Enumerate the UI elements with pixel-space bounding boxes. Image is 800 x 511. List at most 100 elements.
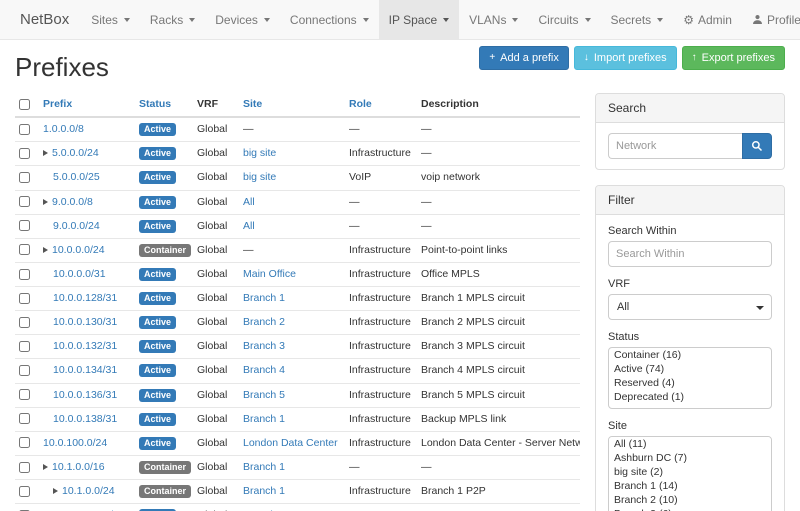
nav-item-profile[interactable]: Profile: [742, 0, 800, 39]
listbox-option[interactable]: Branch 1 (14): [609, 479, 771, 493]
description-cell: —: [417, 117, 580, 142]
listbox-option[interactable]: Ashburn DC (7): [609, 451, 771, 465]
prefix-link[interactable]: 9.0.0.0/24: [53, 220, 100, 232]
row-checkbox[interactable]: [19, 317, 30, 328]
nav-item-admin[interactable]: ⚙ Admin: [673, 0, 742, 39]
row-checkbox[interactable]: [19, 365, 30, 376]
prefix-link[interactable]: 10.0.0.0/31: [53, 268, 106, 280]
site-link[interactable]: Branch 1: [243, 461, 285, 473]
column-header-role[interactable]: Role: [345, 93, 417, 117]
vrf-select[interactable]: All: [608, 294, 772, 320]
listbox-option[interactable]: Container (16): [609, 348, 771, 362]
nav-item-racks[interactable]: Racks: [140, 0, 205, 39]
nav-item-secrets[interactable]: Secrets: [601, 0, 674, 39]
prefix-link[interactable]: 10.0.0.134/31: [53, 364, 117, 376]
site-link[interactable]: Branch 5: [243, 389, 285, 401]
prefix-link[interactable]: 10.0.0.136/31: [53, 389, 117, 401]
status-cell: Active: [135, 311, 193, 335]
listbox-option[interactable]: Branch 3 (6): [609, 507, 771, 511]
prefix-link[interactable]: 5.0.0.0/25: [53, 171, 100, 183]
column-header-description: Description: [417, 93, 580, 117]
status-cell: Active: [135, 214, 193, 238]
site-link[interactable]: London Data Center: [243, 437, 338, 449]
nav-item-connections[interactable]: Connections: [280, 0, 379, 39]
navbar: NetBox Sites RacksDevicesConnectionsIP Sp…: [0, 0, 800, 40]
row-checkbox[interactable]: [19, 244, 30, 255]
site-link[interactable]: Branch 4: [243, 364, 285, 376]
listbox-option[interactable]: Branch 2 (10): [609, 493, 771, 507]
select-all-checkbox[interactable]: [19, 99, 30, 110]
site-link[interactable]: All: [243, 220, 255, 232]
nav-item-vlans[interactable]: VLANs: [459, 0, 528, 39]
status-listbox[interactable]: Container (16)Active (74)Reserved (4)Dep…: [608, 347, 772, 409]
export-prefixes-button[interactable]: ↑ Export prefixes: [682, 46, 785, 70]
site-link[interactable]: Branch 1: [243, 292, 285, 304]
status-cell: Active: [135, 287, 193, 311]
prefix-link[interactable]: 10.0.0.0/24: [52, 244, 105, 256]
site-link[interactable]: All: [243, 196, 255, 208]
site-link[interactable]: Main Office: [243, 268, 296, 280]
column-header-site[interactable]: Site: [239, 93, 345, 117]
listbox-option[interactable]: Deprecated (1): [609, 390, 771, 404]
nav-item-circuits[interactable]: Circuits: [528, 0, 600, 39]
prefix-link[interactable]: 1.0.0.0/8: [43, 123, 84, 135]
row-checkbox[interactable]: [19, 341, 30, 352]
prefix-cell: 10.0.0.130/31: [39, 311, 135, 335]
site-link[interactable]: Branch 1: [243, 485, 285, 497]
site-link[interactable]: Branch 1: [243, 413, 285, 425]
row-checkbox[interactable]: [19, 196, 30, 207]
nav-item-label: Sites: [91, 13, 118, 27]
row-checkbox[interactable]: [19, 462, 30, 473]
prefix-link[interactable]: 10.1.0.0/24: [62, 485, 115, 497]
prefix-cell: 10.1.0.0/25: [39, 504, 135, 511]
table-row: 10.0.0.128/31ActiveGlobalBranch 1Infrast…: [15, 287, 580, 311]
row-checkbox[interactable]: [19, 486, 30, 497]
listbox-option[interactable]: Reserved (4): [609, 376, 771, 390]
search-input[interactable]: [608, 133, 742, 159]
prefix-link[interactable]: 10.1.0.0/16: [52, 461, 105, 473]
nav-item-sites[interactable]: Sites: [81, 0, 140, 39]
row-checkbox[interactable]: [19, 220, 30, 231]
row-checkbox[interactable]: [19, 437, 30, 448]
search-button[interactable]: [742, 133, 772, 159]
row-checkbox[interactable]: [19, 148, 30, 159]
app-brand[interactable]: NetBox: [8, 0, 81, 39]
row-checkbox[interactable]: [19, 172, 30, 183]
site-link[interactable]: Branch 3: [243, 340, 285, 352]
listbox-option[interactable]: Active (74): [609, 362, 771, 376]
site-cell: Branch 1: [239, 455, 345, 479]
add-prefix-button[interactable]: + Add a prefix: [479, 46, 569, 70]
row-checkbox[interactable]: [19, 124, 30, 135]
listbox-option[interactable]: All (11): [609, 437, 771, 451]
expand-arrow-icon: [43, 247, 48, 253]
prefix-link[interactable]: 10.0.0.130/31: [53, 316, 117, 328]
user-icon: [752, 14, 763, 25]
site-listbox[interactable]: All (11)Ashburn DC (7)big site (2)Branch…: [608, 436, 772, 511]
column-header-prefix[interactable]: Prefix: [39, 93, 135, 117]
prefix-link[interactable]: 10.0.0.128/31: [53, 292, 117, 304]
status-cell: Active: [135, 190, 193, 214]
prefix-link[interactable]: 9.0.0.0/8: [52, 196, 93, 208]
search-within-input[interactable]: [608, 241, 772, 267]
prefix-link[interactable]: 5.0.0.0/24: [52, 147, 99, 159]
navbar-menu: Sites RacksDevicesConnectionsIP SpaceVLAN…: [81, 0, 673, 39]
row-checkbox[interactable]: [19, 389, 30, 400]
import-prefixes-button[interactable]: ↓ Import prefixes: [574, 46, 677, 70]
nav-item-ip-space[interactable]: IP Space: [379, 0, 459, 39]
row-checkbox[interactable]: [19, 413, 30, 424]
listbox-option[interactable]: big site (2): [609, 465, 771, 479]
column-header-status[interactable]: Status: [135, 93, 193, 117]
nav-item-devices[interactable]: Devices: [205, 0, 280, 39]
site-link[interactable]: big site: [243, 171, 276, 183]
prefix-link[interactable]: 10.0.0.138/31: [53, 413, 117, 425]
description-cell: —: [417, 455, 580, 479]
row-checkbox[interactable]: [19, 269, 30, 280]
status-badge: Active: [139, 292, 176, 305]
chevron-down-icon: [363, 18, 369, 22]
site-link[interactable]: big site: [243, 147, 276, 159]
prefix-link[interactable]: 10.0.100.0/24: [43, 437, 107, 449]
row-checkbox[interactable]: [19, 293, 30, 304]
prefix-link[interactable]: 10.0.0.132/31: [53, 340, 117, 352]
site-link[interactable]: Branch 2: [243, 316, 285, 328]
prefix-cell: 9.0.0.0/24: [39, 214, 135, 238]
